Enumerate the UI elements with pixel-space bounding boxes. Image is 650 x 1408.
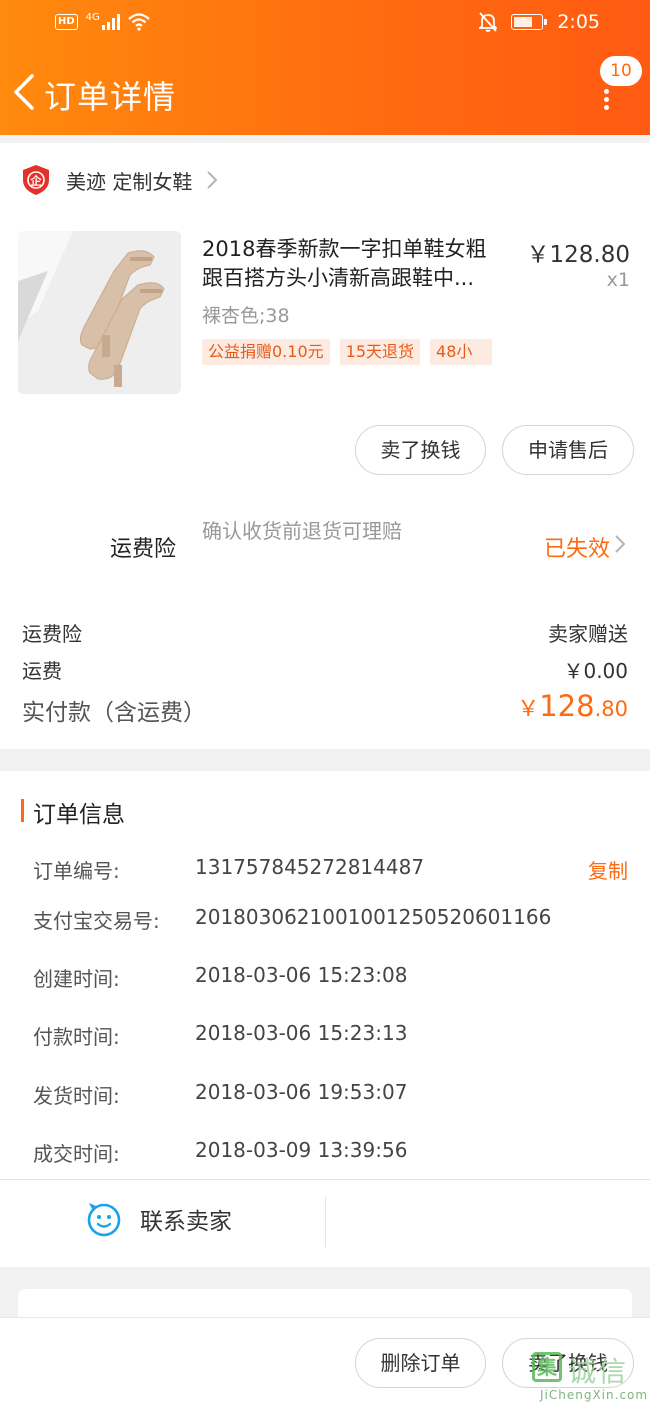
deal-time-label: 成交时间: [33,1142,120,1166]
tag-return-policy: 15天退货 [339,339,421,365]
product-title[interactable]: 2018春季新款一字扣单鞋女粗 跟百搭方头小清新高跟鞋中... [202,235,520,293]
enterprise-shield-icon: 企 [23,165,49,195]
vertical-divider [325,1197,326,1247]
status-bar: HD 4G 2:05 [0,0,650,48]
signal-icon [101,14,120,30]
contact-seller-label: 联系卖家 [140,1209,232,1235]
hd-badge: HD [55,14,78,30]
site-watermark: 集 诚信 JiChengXin.com [526,1348,649,1406]
created-time-label: 创建时间: [33,967,120,991]
app-header: HD 4G 2:05 订单详情 10 [0,0,650,135]
product-image[interactable] [18,231,181,394]
order-info-card: 订单信息 订单编号: 131757845272814487 复制 支付宝交易号:… [0,771,650,1267]
network-label: 4G [85,11,100,23]
alipay-trade-label: 支付宝交易号: [33,909,160,933]
watermark-text: 诚信 [568,1355,629,1388]
status-right: 2:05 [479,11,600,33]
shipped-time-value: 2018-03-06 19:53:07 [195,1080,408,1104]
watermark-logo: 集 [532,1352,562,1382]
svg-text:企: 企 [30,174,43,188]
tag-shipping-time: 48小 [430,339,493,365]
chevron-right-icon[interactable] [614,534,626,554]
paid-decimal: .80 [594,697,628,721]
contact-seller-button[interactable]: 联系卖家 [86,1201,232,1237]
watermark-url: JiChengXin.com [540,1388,649,1402]
product-tags: 公益捐赠0.10元 15天退货 48小 [202,339,493,365]
more-menu-icon[interactable] [602,89,610,111]
alipay-trade-value: 2018030621001001250520601166 [195,905,552,929]
back-arrow-icon[interactable] [10,72,40,112]
created-time-value: 2018-03-06 15:23:08 [195,963,408,987]
shipping-insurance-status[interactable]: 已失效 [544,531,610,563]
order-number-value: 131757845272814487 [195,855,425,879]
status-time: 2:05 [557,11,600,33]
battery-icon [511,14,548,30]
shop-name: 美迹 定制女鞋 [66,169,193,194]
section-title: 订单信息 [33,802,125,828]
chat-bubble-icon [87,1203,121,1237]
status-left: HD 4G [55,11,150,31]
order-number-label: 订单编号: [33,859,120,883]
paid-integer: 128 [539,689,595,723]
tag-charity: 公益捐赠0.10元 [202,339,330,365]
wifi-icon [128,13,150,31]
fee-shipping-label: 运费 [22,659,62,683]
deal-time-value: 2018-03-09 13:39:56 [195,1138,408,1162]
fee-insurance-label: 运费险 [22,622,82,646]
paid-amount-label: 实付款（含运费） [22,700,206,726]
shipping-insurance-desc: 确认收货前退货可理赔 [202,519,402,543]
page-title: 订单详情 [44,78,177,116]
product-price: ￥128.80 [526,242,630,268]
paid-time-value: 2018-03-06 15:23:13 [195,1021,408,1045]
shipping-insurance-title: 运费险 [110,537,177,562]
shipped-time-label: 发货时间: [33,1084,120,1108]
chevron-right-icon [207,171,218,189]
copy-order-number-button[interactable]: 复制 [588,855,628,884]
after-sale-button[interactable]: 申请售后 [502,425,634,475]
fee-shipping-value: ￥0.00 [563,659,628,683]
sell-for-cash-button[interactable]: 卖了换钱 [355,425,486,475]
message-badge[interactable]: 10 [600,56,642,86]
delete-order-button[interactable]: 删除订单 [355,1338,486,1388]
order-product-card: 企 美迹 定制女鞋 2018春季新款一字扣单鞋女粗 跟百搭方头小清新高跟鞋中..… [0,143,650,749]
product-title-line1: 2018春季新款一字扣单鞋女粗 [202,237,487,261]
divider [0,1179,650,1180]
paid-amount-value: ￥128.80 [517,689,628,723]
product-quantity: x1 [606,269,630,291]
shop-row[interactable]: 企 美迹 定制女鞋 [22,163,218,197]
mute-bell-icon [479,12,498,32]
paid-currency: ￥ [517,697,540,722]
paid-time-label: 付款时间: [33,1025,120,1049]
fee-insurance-value: 卖家赠送 [548,622,628,646]
product-sku: 裸杏色;38 [202,305,290,327]
product-title-line2: 跟百搭方头小清新高跟鞋中... [202,266,475,290]
section-accent-bar [21,799,24,822]
